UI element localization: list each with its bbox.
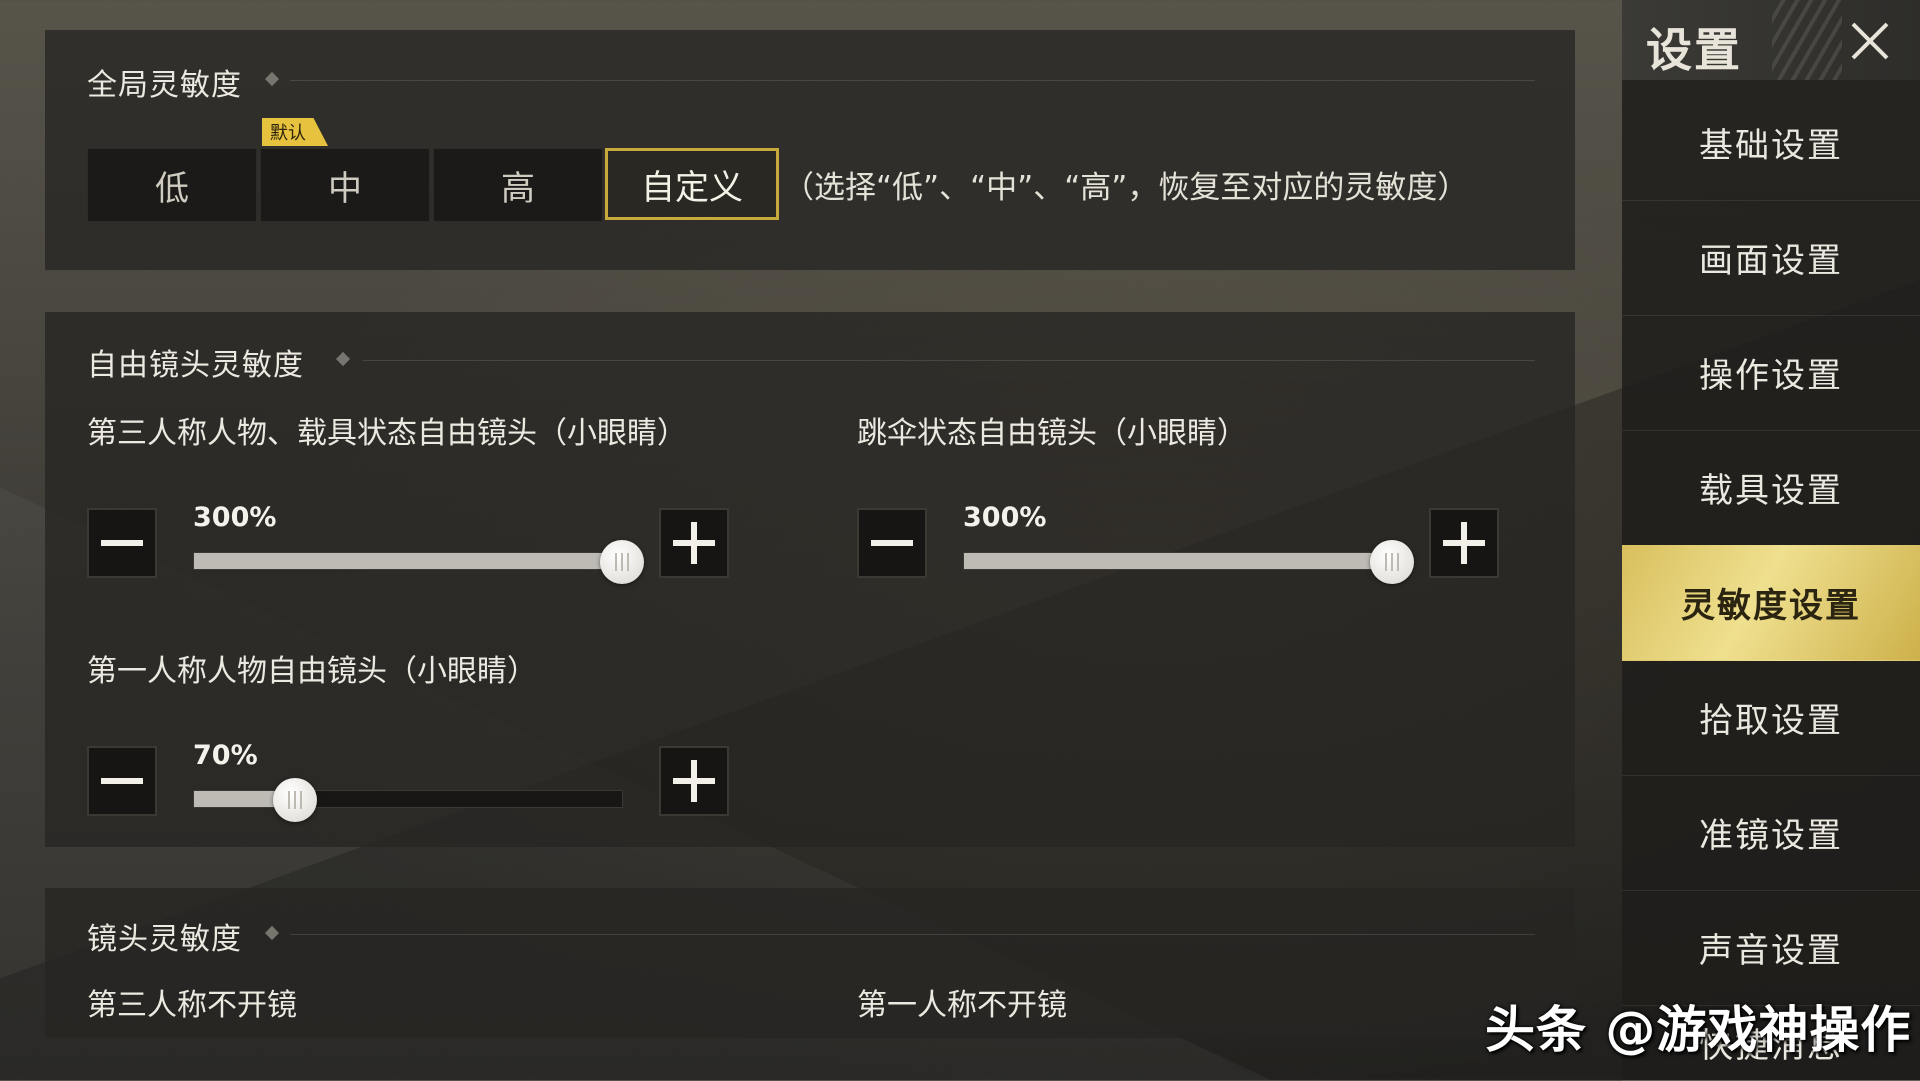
section-divider <box>363 360 1535 361</box>
slider-parachute[interactable] <box>963 540 1414 584</box>
slider-thumb[interactable] <box>1370 540 1414 584</box>
sidebar-header: 设置 <box>1622 0 1920 80</box>
sensitivity-option-medium[interactable]: 中 <box>260 148 430 222</box>
sensitivity-option-custom[interactable]: 自定义 <box>605 148 779 220</box>
slider-label-first-person: 第一人称人物自由镜头（小眼睛） <box>87 654 537 689</box>
section-title-free-camera: 自由镜头灵敏度 <box>87 348 304 383</box>
slider-value-first-person: 70% <box>193 740 258 771</box>
close-icon <box>1851 22 1889 60</box>
slider-thumb[interactable] <box>600 540 644 584</box>
minus-icon <box>101 540 143 546</box>
slider-fill <box>194 553 622 569</box>
decrease-first-person-button[interactable] <box>87 746 157 816</box>
slider-label-third-person: 第三人称人物、载具状态自由镜头（小眼睛） <box>87 416 687 451</box>
slider-label-parachute: 跳伞状态自由镜头（小眼睛） <box>857 416 1247 451</box>
camera-label-third-person: 第三人称不开镜 <box>87 988 297 1023</box>
sidebar-item-scope[interactable]: 准镜设置 <box>1622 775 1920 891</box>
sensitivity-option-low[interactable]: 低 <box>87 148 257 222</box>
decrease-third-person-button[interactable] <box>87 508 157 578</box>
sidebar-item-pickup[interactable]: 拾取设置 <box>1622 660 1920 776</box>
watermark: 头条 @游戏神操作 <box>1485 1001 1912 1059</box>
increase-parachute-button[interactable] <box>1429 508 1499 578</box>
sidebar-item-graphics[interactable]: 画面设置 <box>1622 200 1920 316</box>
section-divider <box>290 80 1535 81</box>
minus-icon <box>871 540 913 546</box>
slider-first-person[interactable] <box>193 778 623 822</box>
settings-title: 设置 <box>1646 23 1742 77</box>
diamond-icon <box>335 351 351 367</box>
free-camera-panel: 自由镜头灵敏度 第三人称人物、载具状态自由镜头（小眼睛） 300% 跳伞状态自由… <box>45 312 1575 847</box>
section-title-global: 全局灵敏度 <box>87 68 242 103</box>
global-sensitivity-panel: 全局灵敏度 默认 低 中 高 自定义 （选择“低”、“中”、“高”，恢复至对应的… <box>45 30 1575 270</box>
slider-value-parachute: 300% <box>963 502 1047 533</box>
diamond-icon <box>264 925 280 941</box>
sensitivity-hint: （选择“低”、“中”、“高”，恢复至对应的灵敏度） <box>783 170 1469 206</box>
decrease-parachute-button[interactable] <box>857 508 927 578</box>
close-button[interactable] <box>1827 12 1913 70</box>
sidebar-item-vehicle[interactable]: 载具设置 <box>1622 430 1920 546</box>
slider-thumb[interactable] <box>273 778 317 822</box>
slider-value-third-person: 300% <box>193 502 277 533</box>
sidebar-item-basic[interactable]: 基础设置 <box>1622 85 1920 201</box>
diamond-icon <box>264 71 280 87</box>
camera-label-first-person: 第一人称不开镜 <box>857 988 1067 1023</box>
camera-sensitivity-panel: 镜头灵敏度 第三人称不开镜 第一人称不开镜 <box>45 888 1575 1038</box>
sensitivity-option-high[interactable]: 高 <box>433 148 603 222</box>
settings-sidebar: 设置 基础设置 画面设置 操作设置 载具设置 灵敏度设置 拾取设置 准镜设置 声… <box>1622 0 1920 1081</box>
slider-third-person[interactable] <box>193 540 644 584</box>
slider-fill <box>964 553 1392 569</box>
section-divider <box>290 934 1535 935</box>
default-tag: 默认 <box>262 118 328 146</box>
section-title-camera: 镜头灵敏度 <box>87 922 242 957</box>
sidebar-item-sensitivity[interactable]: 灵敏度设置 <box>1622 545 1920 661</box>
sidebar-item-audio[interactable]: 声音设置 <box>1622 890 1920 1006</box>
increase-third-person-button[interactable] <box>659 508 729 578</box>
sidebar-item-controls[interactable]: 操作设置 <box>1622 315 1920 431</box>
minus-icon <box>101 778 143 784</box>
increase-first-person-button[interactable] <box>659 746 729 816</box>
